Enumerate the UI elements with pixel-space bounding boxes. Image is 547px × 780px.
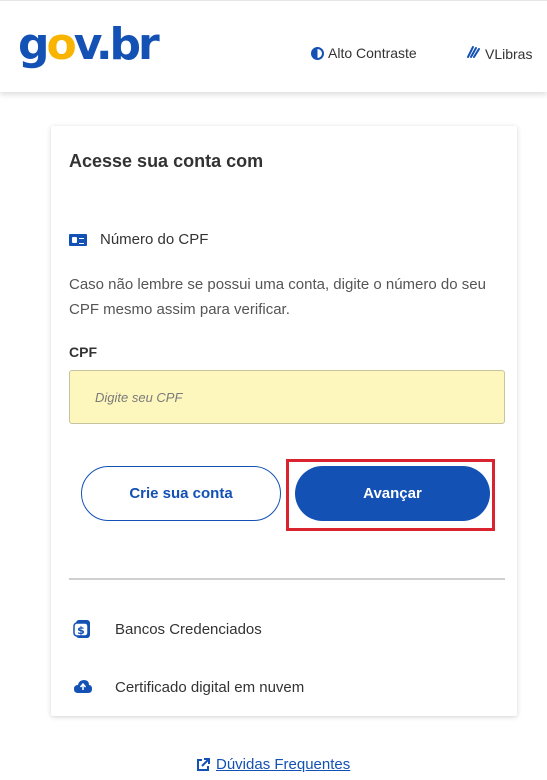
logo-letter: . — [95, 19, 113, 70]
logo-letter: o — [46, 19, 77, 70]
cloud-icon — [74, 680, 92, 693]
logo-letter: g — [18, 19, 49, 70]
id-card-icon — [69, 233, 87, 246]
cpf-label: CPF — [69, 344, 97, 360]
cpf-option-label: Número do CPF — [100, 231, 209, 248]
govbr-logo[interactable]: gov.br — [18, 15, 160, 75]
contrast-icon — [311, 46, 324, 60]
create-account-button[interactable]: Crie sua conta — [81, 466, 281, 521]
option-label: Certificado digital em nuvem — [115, 678, 305, 696]
login-card: Acesse sua conta com Número do CPF Caso … — [51, 126, 517, 716]
logo-letter: r — [138, 19, 160, 70]
logo-letter: b — [109, 19, 141, 70]
option-certificado-nuvem[interactable]: Certificado digital em nuvem — [73, 677, 304, 697]
cpf-input[interactable] — [69, 370, 505, 424]
bank-icon: $ — [73, 620, 90, 638]
vlibras-label: VLibras — [485, 45, 533, 62]
svg-text:$: $ — [77, 624, 85, 637]
high-contrast-label: Alto Contraste — [328, 45, 417, 61]
option-label: Bancos Credenciados — [115, 620, 262, 638]
next-button[interactable]: Avançar — [295, 466, 490, 521]
header: gov.br Alto Contraste VLibras — [0, 0, 547, 92]
faq-label: Dúvidas Frequentes — [216, 756, 351, 773]
faq-link[interactable]: Dúvidas Frequentes — [196, 756, 350, 773]
divider — [69, 578, 505, 580]
high-contrast-button[interactable]: Alto Contraste — [311, 45, 417, 61]
card-title: Acesse sua conta com — [69, 151, 264, 171]
help-text: Caso não lembre se possui uma conta, dig… — [69, 276, 486, 318]
hand-sign-icon — [466, 45, 481, 62]
external-link-icon — [197, 757, 210, 771]
logo-letter: v — [73, 19, 99, 70]
option-bancos-credenciados[interactable]: $ Bancos Credenciados — [73, 619, 262, 639]
cpf-option[interactable]: Número do CPF — [69, 231, 208, 248]
vlibras-button[interactable]: VLibras — [466, 45, 532, 62]
